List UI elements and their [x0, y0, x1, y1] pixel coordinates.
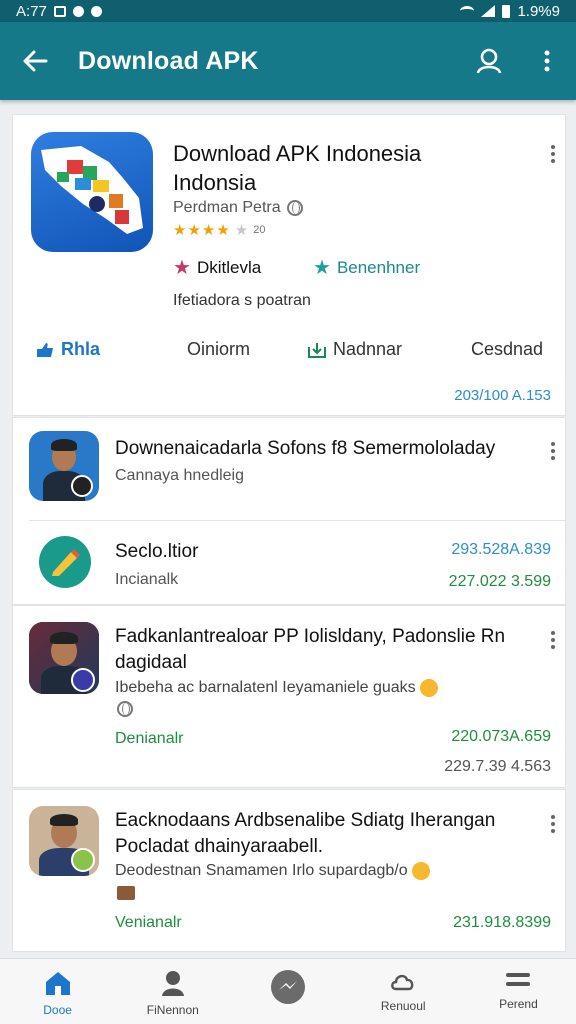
globe-icon [286, 200, 303, 216]
action-row: Rhla Oiniorm Nadnnar Cesdnad [13, 339, 565, 369]
messenger-icon [271, 970, 305, 1004]
list-item[interactable]: Eacknodaans Ardbsenalibe Sdiatg Iheranga… [13, 790, 565, 953]
page-title: Download APK [78, 46, 259, 75]
wifi-icon [460, 6, 475, 16]
nav-cloud-label: Renuoul [380, 999, 426, 1013]
nav-profile[interactable]: FiNennon [115, 959, 230, 1024]
star-icon: ★ [313, 257, 331, 279]
tag-right-label: Benenhner [336, 257, 421, 277]
download-icon [308, 342, 326, 358]
battery-icon [502, 4, 511, 18]
rating-count: 20 [253, 224, 266, 236]
star-icon: ★★★★ [173, 222, 231, 239]
rating-stars: ★★★★ ★ 20 [173, 221, 266, 239]
app-icon[interactable] [31, 132, 153, 252]
overflow-menu-button[interactable] [518, 50, 576, 72]
item-menu-button[interactable] [549, 442, 557, 460]
item-subtitle: Cannaya hnedleig [115, 467, 244, 484]
app-size: 203/100 A.153 [454, 387, 551, 404]
arrow-back-icon [23, 50, 48, 72]
rate-label: Rhla [61, 339, 101, 359]
emoji-icon [412, 862, 431, 880]
avatar [29, 431, 99, 501]
avatar [29, 806, 99, 876]
back-button[interactable] [0, 50, 70, 72]
avatar [29, 622, 99, 694]
item-subtitle: Incianalk [115, 571, 179, 588]
developer-row[interactable]: Perdman Petra [173, 199, 303, 217]
settings-icon [90, 5, 102, 17]
star-empty-icon: ★ [234, 222, 250, 239]
notification-icon [53, 5, 66, 17]
tag-left-label: Dkitlevla [196, 257, 262, 277]
thumb-icon [37, 342, 53, 357]
nav-messenger[interactable] [230, 959, 345, 1024]
app-detail-card: Download APK Indonesia Indonsia Perdman … [12, 114, 566, 416]
pencil-app-icon [39, 536, 91, 588]
indonesia-map-icon [41, 146, 143, 234]
info-label: Oiniorm [187, 339, 251, 359]
item-value-top: 293.528A.839 [451, 541, 551, 558]
share-button[interactable]: Cesdnad [471, 339, 543, 360]
nav-cloud[interactable]: Renuoul [346, 959, 461, 1024]
person-icon [161, 971, 184, 996]
item-value-top: 220.073A.659 [451, 728, 551, 745]
home-icon [45, 972, 70, 995]
app-description: Ifetiadora s poatran [173, 292, 311, 309]
item-value-top: 231.918.8399 [453, 914, 551, 931]
battery-level: 1.9%9 [517, 2, 560, 20]
app-menu-button[interactable] [549, 145, 557, 163]
item-name: Downenaicadarla Sofons f8 Semermololaday [115, 438, 496, 459]
globe-icon [117, 701, 133, 717]
info-button[interactable]: Oiniorm [187, 339, 250, 360]
app-name: Download APK Indonesia Indonsia [173, 141, 422, 195]
app-list-card: Downenaicadarla Sofons f8 Semermololaday… [12, 417, 566, 605]
nav-home-label: Dooe [43, 1003, 72, 1017]
item-name: Eacknodaans Ardbsenalibe Sdiatg Iheranga… [115, 810, 496, 857]
app-list-card: Fadkanlantrealoar PP Iolisldany, Padonsl… [12, 605, 566, 788]
app-bar: Download APK [0, 22, 576, 100]
item-name: Fadkanlantrealoar PP Iolisldany, Padonsl… [115, 626, 506, 673]
user-icon [476, 48, 502, 74]
nav-profile-label: FiNennon [146, 1003, 199, 1017]
nav-menu[interactable]: Perend [461, 959, 576, 1024]
developer-name: Perdman Petra [173, 199, 281, 216]
account-button[interactable] [460, 47, 518, 75]
item-value-bottom: 227.022 3.599 [448, 573, 551, 590]
nav-home[interactable]: Dooe [0, 959, 115, 1024]
share-label: Cesdnad [471, 339, 544, 359]
status-bar: A:77 1.9%9 [0, 0, 576, 22]
download-button[interactable]: Nadnnar [307, 339, 402, 360]
item-status: Venianalr [115, 914, 182, 931]
item-status: Denianalr [115, 730, 184, 747]
list-item[interactable]: Downenaicadarla Sofons f8 Semermololaday… [13, 418, 565, 520]
star-icon: ★ [173, 257, 191, 279]
item-menu-button[interactable] [549, 631, 557, 649]
bottom-navigation: Dooe FiNennon Renuoul Perend [0, 958, 576, 1024]
item-value-bottom: 229.7.39 4.563 [444, 758, 551, 775]
item-subtitle: Deodestnan Snamamen Irlo supardagb/o [115, 862, 431, 880]
signal-icon [481, 5, 496, 17]
status-time: A:77 [16, 2, 47, 20]
folder-icon [117, 886, 135, 900]
emoji-icon [420, 679, 439, 697]
item-subtitle: Ibebeha ac barnalatenl Ieyamaniele guaks [115, 679, 545, 697]
notification-dot-icon [72, 5, 84, 17]
tag-right[interactable]: ★ Benenhner [313, 255, 420, 280]
list-item[interactable]: Fadkanlantrealoar PP Iolisldany, Padonsl… [13, 606, 565, 789]
item-menu-button[interactable] [549, 815, 557, 833]
list-item[interactable]: Seclo.ltior Incianalk 293.528A.839 227.0… [13, 521, 565, 606]
menu-icon [506, 973, 531, 986]
download-label: Nadnnar [333, 339, 403, 359]
tag-left[interactable]: ★ Dkitlevla [173, 255, 261, 280]
cloud-icon [391, 974, 414, 991]
more-vert-icon [544, 50, 550, 72]
item-name: Seclo.ltior [115, 541, 199, 562]
rate-button[interactable]: Rhla [35, 339, 100, 360]
app-list-card: Eacknodaans Ardbsenalibe Sdiatg Iheranga… [12, 789, 566, 952]
nav-menu-label: Perend [499, 997, 538, 1011]
